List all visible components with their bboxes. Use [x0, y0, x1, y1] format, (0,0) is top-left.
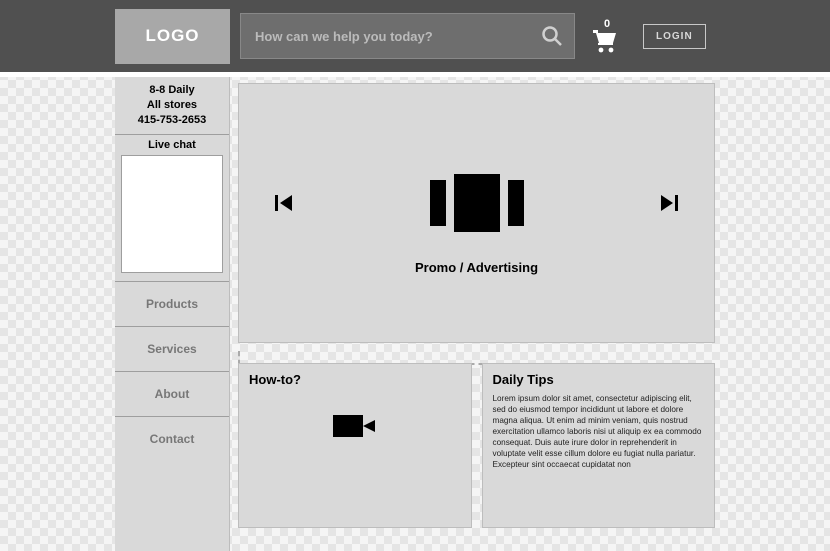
nav-products[interactable]: Products — [115, 281, 229, 326]
live-chat-box[interactable] — [121, 155, 223, 273]
howto-panel: How-to? — [238, 363, 472, 528]
nav-contact[interactable]: Contact — [115, 416, 229, 461]
nav-services[interactable]: Services — [115, 326, 229, 371]
sidebar: 8-8 Daily All stores 415-753-2653 Live c… — [115, 77, 230, 551]
main-content: Promo / Advertising How-to? Daily Tips L… — [230, 77, 830, 551]
logo: LOGO — [115, 9, 230, 64]
search-bar — [240, 13, 575, 59]
carousel-thumb-right — [508, 180, 524, 226]
hero-caption: Promo / Advertising — [239, 260, 714, 275]
tips-body: Lorem ipsum dolor sit amet, consectetur … — [493, 393, 705, 470]
triangle-left-icon — [280, 195, 292, 211]
cart-count: 0 — [604, 18, 610, 30]
hero-promo: Promo / Advertising — [238, 83, 715, 343]
search-button[interactable] — [530, 14, 574, 58]
tips-title: Daily Tips — [493, 372, 705, 387]
phone-text: 415-753-2653 — [117, 113, 227, 128]
cart-icon — [593, 30, 621, 54]
video-icon[interactable] — [333, 415, 377, 443]
login-button[interactable]: LOGIN — [643, 24, 706, 49]
carousel-thumb-left — [430, 180, 446, 226]
carousel-next[interactable] — [661, 195, 678, 211]
search-input[interactable] — [241, 14, 530, 58]
carousel-coverflow[interactable] — [430, 174, 524, 232]
prev-bar-icon — [275, 195, 278, 211]
hours-text: 8-8 Daily — [117, 83, 227, 98]
search-icon — [540, 24, 564, 48]
header: LOGO 0 LOGIN — [0, 0, 830, 72]
nav-about[interactable]: About — [115, 371, 229, 416]
howto-title: How-to? — [249, 372, 461, 387]
cart[interactable]: 0 — [593, 18, 621, 54]
triangle-right-icon — [661, 195, 673, 211]
daily-tips-panel: Daily Tips Lorem ipsum dolor sit amet, c… — [482, 363, 716, 528]
store-info: 8-8 Daily All stores 415-753-2653 — [115, 77, 229, 135]
next-bar-icon — [675, 195, 678, 211]
stores-text: All stores — [117, 98, 227, 113]
carousel-thumb-center — [454, 174, 500, 232]
live-chat-label: Live chat — [115, 135, 229, 153]
carousel-prev[interactable] — [275, 195, 292, 211]
